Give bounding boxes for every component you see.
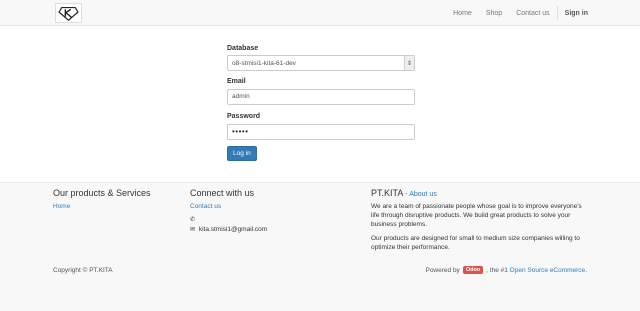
phone-icon: ✆ xyxy=(190,217,196,223)
about-company: PT.KITA xyxy=(371,188,404,198)
company-logo[interactable] xyxy=(55,3,82,23)
copyright-text: Copyright © PT.KITA xyxy=(53,267,113,274)
database-select-value: o8-stmisi1-kita-61-dev xyxy=(232,59,296,67)
login-button[interactable]: Log in xyxy=(227,146,257,161)
nav-shop-link[interactable]: Shop xyxy=(486,10,502,17)
footer-products-column: Our products & Services Home xyxy=(53,187,151,210)
email-field[interactable]: admin xyxy=(227,89,415,105)
database-select[interactable]: o8-stmisi1-kita-61-dev ⇕ xyxy=(227,55,415,71)
connect-heading: Connect with us xyxy=(190,188,255,198)
powered-mid: , the #1 xyxy=(486,266,508,274)
powered-prefix: Powered by xyxy=(425,266,460,274)
database-label: Database xyxy=(227,45,259,52)
products-heading: Our products & Services xyxy=(53,188,151,198)
about-paragraph-2: Our products are designed for small to m… xyxy=(371,235,580,251)
nav-menu: Home Shop Contact us Sign in xyxy=(439,0,588,26)
login-form: Database o8-stmisi1-kita-61-dev ⇕ Email … xyxy=(227,44,415,161)
password-field[interactable]: ••••• xyxy=(227,124,415,140)
envelope-icon: ✉ xyxy=(190,227,196,233)
password-label: Password xyxy=(227,113,261,120)
nav-contact-link[interactable]: Contact us xyxy=(516,10,549,17)
nav-divider xyxy=(556,6,558,20)
logo-mark-icon xyxy=(58,7,79,21)
footer-about-column: PT.KITA - About us We are a team of pass… xyxy=(371,187,591,252)
footer-email: kita.stmisi1@gmail.com xyxy=(198,226,268,233)
nav-home-link[interactable]: Home xyxy=(453,10,472,17)
odoo-badge[interactable]: Odoo xyxy=(462,266,484,274)
footer-contact-link[interactable]: Contact us xyxy=(190,203,221,210)
chevron-updown-icon[interactable]: ⇕ xyxy=(404,56,414,70)
footer-home-link[interactable]: Home xyxy=(53,203,70,210)
top-navbar: Home Shop Contact us Sign in xyxy=(0,0,640,26)
email-label: Email xyxy=(227,78,246,85)
about-paragraph-1: We are a team of passionate people whose… xyxy=(371,203,582,228)
nav-signin-link[interactable]: Sign in xyxy=(565,10,588,17)
footer-connect-column: Connect with us Contact us ✆ ✉ kita.stmi… xyxy=(190,187,267,235)
powered-end: . xyxy=(585,266,587,274)
site-footer: Our products & Services Home Connect wit… xyxy=(0,182,640,311)
about-heading: PT.KITA - About us xyxy=(371,187,591,199)
powered-by: Powered by Odoo , the #1 Open Source eCo… xyxy=(425,266,587,274)
ecommerce-link[interactable]: Open Source eCommerce xyxy=(510,267,586,274)
about-us-link[interactable]: About us xyxy=(409,191,437,198)
